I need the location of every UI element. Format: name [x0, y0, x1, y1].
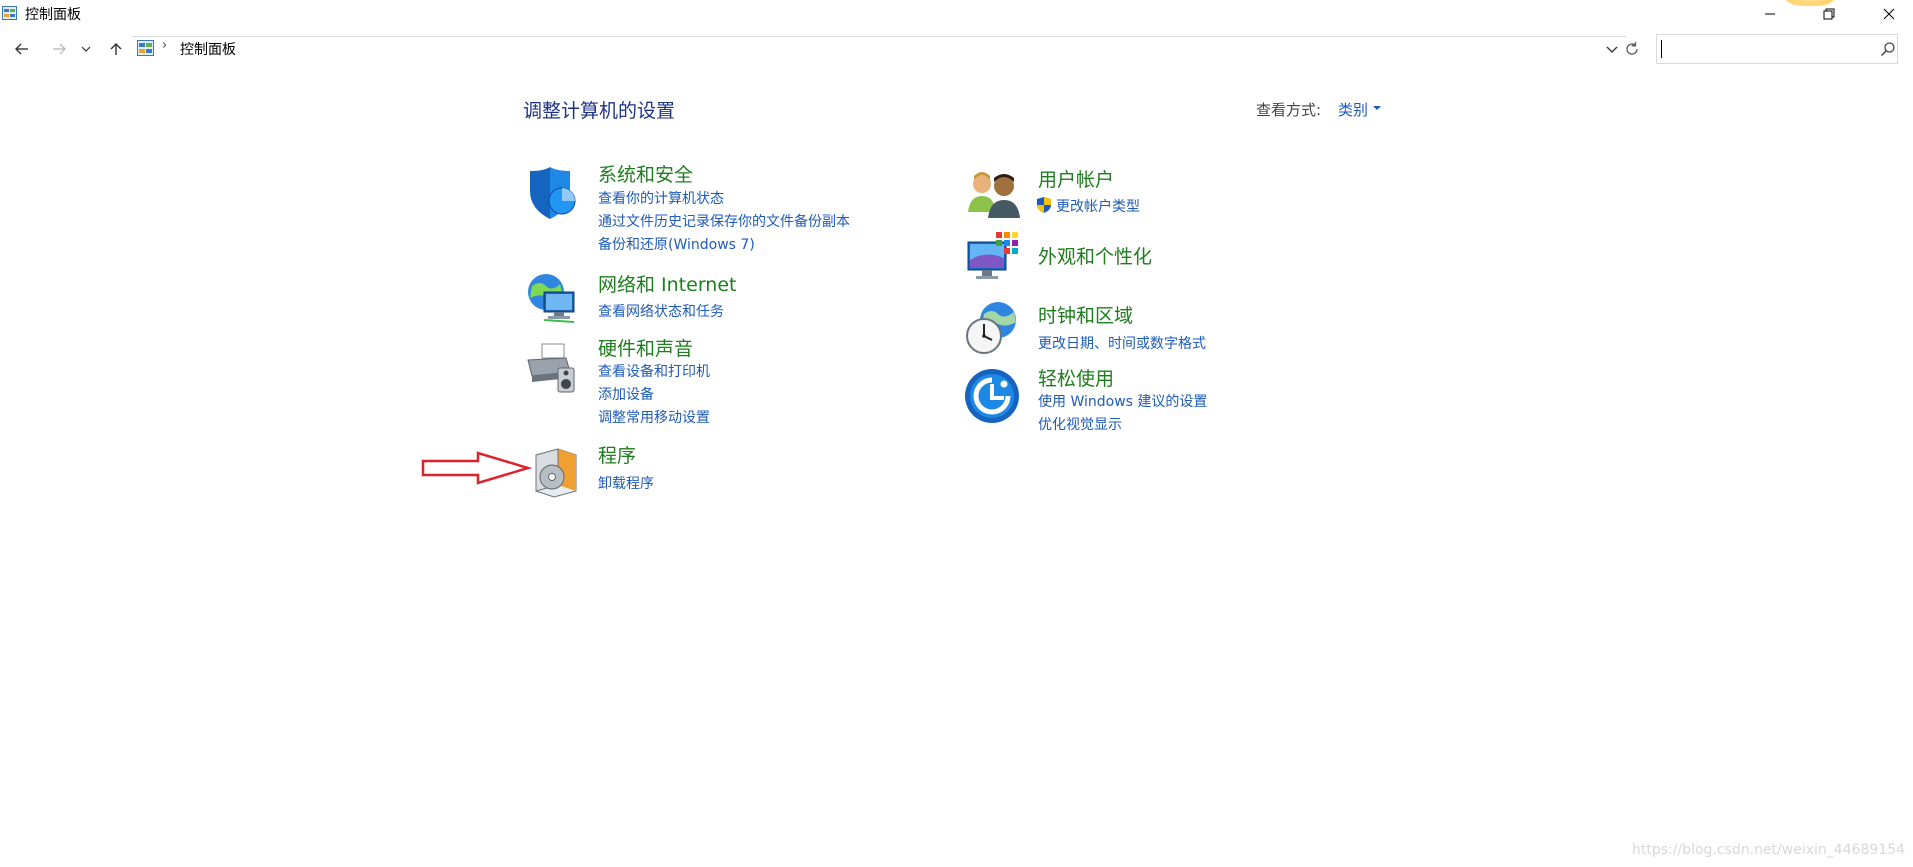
- category-appearance-personalization[interactable]: 外观和个性化: [1038, 242, 1152, 269]
- watermark: https://blog.csdn.net/weixin_44689154: [1632, 842, 1906, 858]
- view-by-dropdown[interactable]: 类别: [1338, 99, 1368, 120]
- chevron-down-icon: [81, 46, 91, 52]
- category-ease-of-access[interactable]: 轻松使用: [1038, 364, 1114, 391]
- minimize-icon: [1765, 13, 1775, 15]
- title-bar: 控制面板: [0, 0, 1913, 28]
- up-button[interactable]: [104, 37, 128, 61]
- link-change-account-type[interactable]: 更改帐户类型: [1056, 196, 1140, 216]
- link-mobility-settings[interactable]: 调整常用移动设置: [598, 407, 710, 427]
- link-view-devices-printers[interactable]: 查看设备和打印机: [598, 361, 710, 381]
- restore-icon: [1823, 8, 1835, 20]
- printer-speaker-icon[interactable]: [524, 340, 580, 396]
- link-view-network-status[interactable]: 查看网络状态和任务: [598, 301, 724, 321]
- user-accounts-icon[interactable]: [966, 166, 1022, 222]
- link-file-history[interactable]: 通过文件历史记录保存你的文件备份副本: [598, 211, 850, 231]
- address-dropdown-icon[interactable]: [1604, 40, 1620, 58]
- minimize-button[interactable]: [1747, 0, 1793, 28]
- breadcrumb-control-panel[interactable]: 控制面板: [180, 39, 236, 59]
- link-recommended-settings[interactable]: 使用 Windows 建议的设置: [1038, 391, 1207, 411]
- category-network-internet[interactable]: 网络和 Internet: [598, 270, 736, 297]
- annotation-arrow-icon: [421, 451, 532, 485]
- category-hardware-sound[interactable]: 硬件和声音: [598, 334, 693, 361]
- link-uninstall-program[interactable]: 卸载程序: [598, 473, 654, 493]
- view-by-label: 查看方式:: [1256, 101, 1322, 119]
- back-arrow-icon: [15, 43, 28, 55]
- back-button[interactable]: [10, 37, 34, 61]
- refresh-icon[interactable]: [1622, 39, 1642, 59]
- search-input[interactable]: [1656, 34, 1898, 64]
- page-title: 调整计算机的设置: [523, 100, 676, 122]
- text-cursor: [1661, 40, 1662, 58]
- link-optimize-visual-display[interactable]: 优化视觉显示: [1038, 414, 1122, 434]
- category-programs[interactable]: 程序: [598, 441, 636, 468]
- clock-globe-icon[interactable]: [964, 300, 1020, 356]
- category-user-accounts[interactable]: 用户帐户: [1038, 165, 1114, 192]
- forward-arrow-icon: [53, 43, 66, 55]
- link-backup-restore[interactable]: 备份和还原(Windows 7): [598, 234, 755, 254]
- network-globe-icon[interactable]: [524, 270, 580, 326]
- recent-locations-button[interactable]: [79, 37, 93, 61]
- link-add-device[interactable]: 添加设备: [598, 384, 654, 404]
- forward-button[interactable]: [47, 37, 71, 61]
- category-clock-region[interactable]: 时钟和区域: [1038, 301, 1133, 328]
- appearance-monitor-icon[interactable]: [966, 230, 1022, 286]
- programs-disc-icon[interactable]: [528, 445, 584, 501]
- restore-button[interactable]: [1806, 0, 1852, 28]
- address-bar[interactable]: [132, 36, 1626, 64]
- ease-of-access-icon[interactable]: [964, 368, 1020, 424]
- breadcrumb-separator-icon[interactable]: ›: [162, 38, 167, 53]
- control-panel-icon: [137, 40, 154, 56]
- uac-shield-icon: [1037, 197, 1051, 213]
- caret-down-icon[interactable]: [1373, 106, 1381, 110]
- shield-icon[interactable]: [524, 165, 580, 221]
- close-button[interactable]: [1866, 0, 1912, 28]
- window-title: 控制面板: [25, 7, 81, 23]
- link-change-date-time-format[interactable]: 更改日期、时间或数字格式: [1038, 333, 1206, 353]
- link-view-computer-status[interactable]: 查看你的计算机状态: [598, 188, 724, 208]
- up-arrow-icon: [110, 43, 122, 55]
- search-icon[interactable]: [1880, 41, 1896, 57]
- control-panel-icon: [2, 6, 17, 20]
- category-system-security[interactable]: 系统和安全: [598, 160, 693, 187]
- close-icon: [1883, 8, 1895, 20]
